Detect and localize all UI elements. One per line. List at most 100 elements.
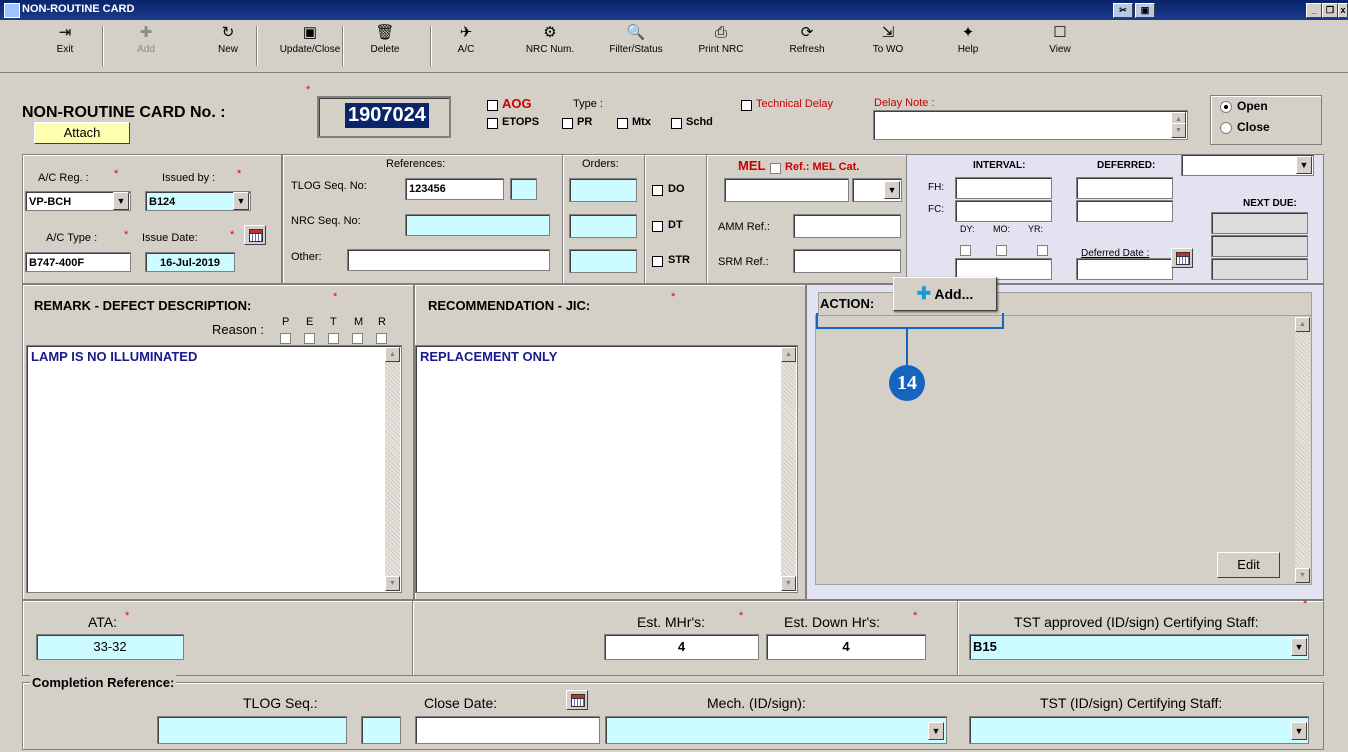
tst-close-select[interactable] [969, 716, 1309, 744]
tlog-seq-close-field[interactable] [157, 716, 347, 744]
technical-delay-checkbox[interactable] [741, 100, 752, 111]
tst-select[interactable]: B15 [969, 634, 1309, 660]
chevron-down-icon[interactable]: ▼ [928, 722, 944, 740]
fc-label: FC: [928, 204, 945, 215]
calendar-icon[interactable] [244, 225, 266, 245]
chevron-down-icon[interactable]: ▼ [1291, 722, 1307, 740]
srm-ref-label: SRM Ref.: [718, 256, 769, 268]
toolbar-label: A/C [457, 44, 475, 55]
recommendation-textarea[interactable]: REPLACEMENT ONLY ▲ ▼ [415, 345, 798, 593]
est-mhr-field[interactable]: 4 [604, 634, 759, 660]
add-button[interactable]: ✚ Add [126, 24, 166, 68]
est-down-field[interactable]: 4 [766, 634, 926, 660]
reason-checkbox-p[interactable] [280, 333, 291, 344]
tst-label: TST approved (ID/sign) Certifying Staff: [1014, 614, 1259, 630]
pr-checkbox[interactable] [562, 118, 573, 129]
chevron-down-icon[interactable]: ▼ [1291, 638, 1307, 656]
remark-textarea[interactable]: LAMP IS NO ILLUMINATED ▲ ▼ [26, 345, 402, 593]
ac-type-field[interactable]: B747-400F [25, 252, 131, 272]
delete-button[interactable]: 🗑 Delete [358, 24, 412, 68]
fc-field[interactable] [955, 200, 1052, 222]
chevron-down-icon[interactable]: ▼ [884, 181, 900, 199]
dt-checkbox[interactable] [652, 221, 663, 232]
help-button[interactable]: ✦ Help [938, 24, 998, 68]
dt-order-field[interactable] [569, 214, 637, 238]
close-radio[interactable] [1220, 122, 1232, 134]
nrc-seq-label: NRC Seq. No: [291, 215, 361, 227]
srm-ref-field[interactable] [793, 249, 901, 273]
add-action-button[interactable]: ✚ Add... [893, 277, 997, 311]
reason-checkbox-r[interactable] [376, 333, 387, 344]
close-button[interactable]: x [1338, 3, 1348, 18]
issue-date-field[interactable]: 16-Jul-2019 [145, 252, 235, 272]
other-field[interactable] [347, 249, 550, 271]
deferred-fc-field[interactable] [1076, 200, 1173, 222]
exit-button[interactable]: ⇥ Exit [40, 24, 90, 68]
yr-checkbox[interactable] [1037, 245, 1048, 256]
minimize-button[interactable]: _ [1306, 3, 1322, 18]
view-button[interactable]: ☐ View [1032, 24, 1088, 68]
mtx-checkbox[interactable] [617, 118, 628, 129]
open-radio[interactable] [1220, 101, 1232, 113]
mo-checkbox[interactable] [996, 245, 1007, 256]
calendar-icon[interactable] [566, 690, 588, 710]
mel-cat-checkbox[interactable] [770, 163, 781, 174]
help-icon: ✦ [961, 24, 975, 41]
etops-checkbox[interactable] [487, 118, 498, 129]
ata-field[interactable]: 33-32 [36, 634, 184, 660]
tlog-seq-close-suffix-field[interactable] [361, 716, 401, 744]
window-icon[interactable]: ▣ [1135, 3, 1155, 18]
aog-checkbox[interactable] [487, 100, 498, 111]
est-mhr-label: Est. MHr's: [637, 614, 706, 630]
schd-checkbox[interactable] [671, 118, 682, 129]
mech-select[interactable] [605, 716, 947, 744]
edit-button[interactable]: Edit [1217, 552, 1280, 578]
chevron-down-icon[interactable]: ▼ [113, 192, 129, 210]
refresh-icon: ⟳ [800, 24, 814, 41]
nrc-seq-field[interactable] [405, 214, 550, 236]
print-nrc-button[interactable]: ⎙ Print NRC [688, 24, 754, 68]
technical-delay-label: Technical Delay [756, 98, 834, 110]
reason-checkbox-t[interactable] [328, 333, 339, 344]
filter-status-button[interactable]: 🔍 Filter/Status [598, 24, 674, 68]
tlog-seq-field[interactable]: 123456 [405, 178, 504, 200]
dy-checkbox[interactable] [960, 245, 971, 256]
tool-icon[interactable]: ✂ [1113, 3, 1133, 18]
to-wo-icon: ⇲ [881, 24, 895, 41]
required-star: * [230, 229, 235, 241]
fh-field[interactable] [955, 177, 1052, 199]
new-icon: ↻ [221, 24, 235, 41]
do-order-field[interactable] [569, 178, 637, 202]
refresh-button[interactable]: ⟳ Refresh [774, 24, 840, 68]
yr-label: YR: [1028, 224, 1044, 234]
a-c-button[interactable]: ✈ A/C [446, 24, 486, 68]
update-close-button[interactable]: ▣ Update/Close [272, 24, 348, 68]
chevron-down-icon[interactable]: ▼ [1296, 156, 1312, 174]
tlog-seq-suffix-field[interactable] [510, 178, 537, 200]
to-wo-button[interactable]: ⇲ To WO [855, 24, 921, 68]
deferred-fh-field[interactable] [1076, 177, 1173, 199]
callout-badge: 14 [889, 365, 925, 401]
amm-ref-field[interactable] [793, 214, 901, 238]
str-checkbox[interactable] [652, 256, 663, 267]
reason-checkbox-e[interactable] [304, 333, 315, 344]
next-due-fc-field [1211, 235, 1308, 257]
chevron-down-icon[interactable]: ▼ [233, 192, 249, 210]
calendar-icon[interactable] [1171, 248, 1193, 268]
new-button[interactable]: ↻ New [208, 24, 248, 68]
do-checkbox[interactable] [652, 185, 663, 196]
attach-button[interactable]: Attach [34, 122, 130, 144]
toolbar-label: Filter/Status [609, 44, 663, 55]
str-order-field[interactable] [569, 249, 637, 273]
mel-ref-field[interactable] [724, 178, 849, 202]
deferred-date-field[interactable] [1076, 258, 1173, 280]
delay-note-field[interactable]: ▲ ▼ [873, 110, 1188, 140]
action-list[interactable]: ▲ ▼ [815, 315, 1312, 585]
deferred-select[interactable] [1181, 154, 1314, 176]
nrc-num-button[interactable]: ⚙ NRC Num. [522, 24, 578, 68]
restore-button[interactable]: ❐ [1322, 3, 1338, 18]
reason-checkbox-m[interactable] [352, 333, 363, 344]
card-number[interactable]: 1907024 [345, 103, 429, 128]
trash-icon: 🗑 [375, 24, 395, 41]
close-date-field[interactable] [415, 716, 600, 744]
